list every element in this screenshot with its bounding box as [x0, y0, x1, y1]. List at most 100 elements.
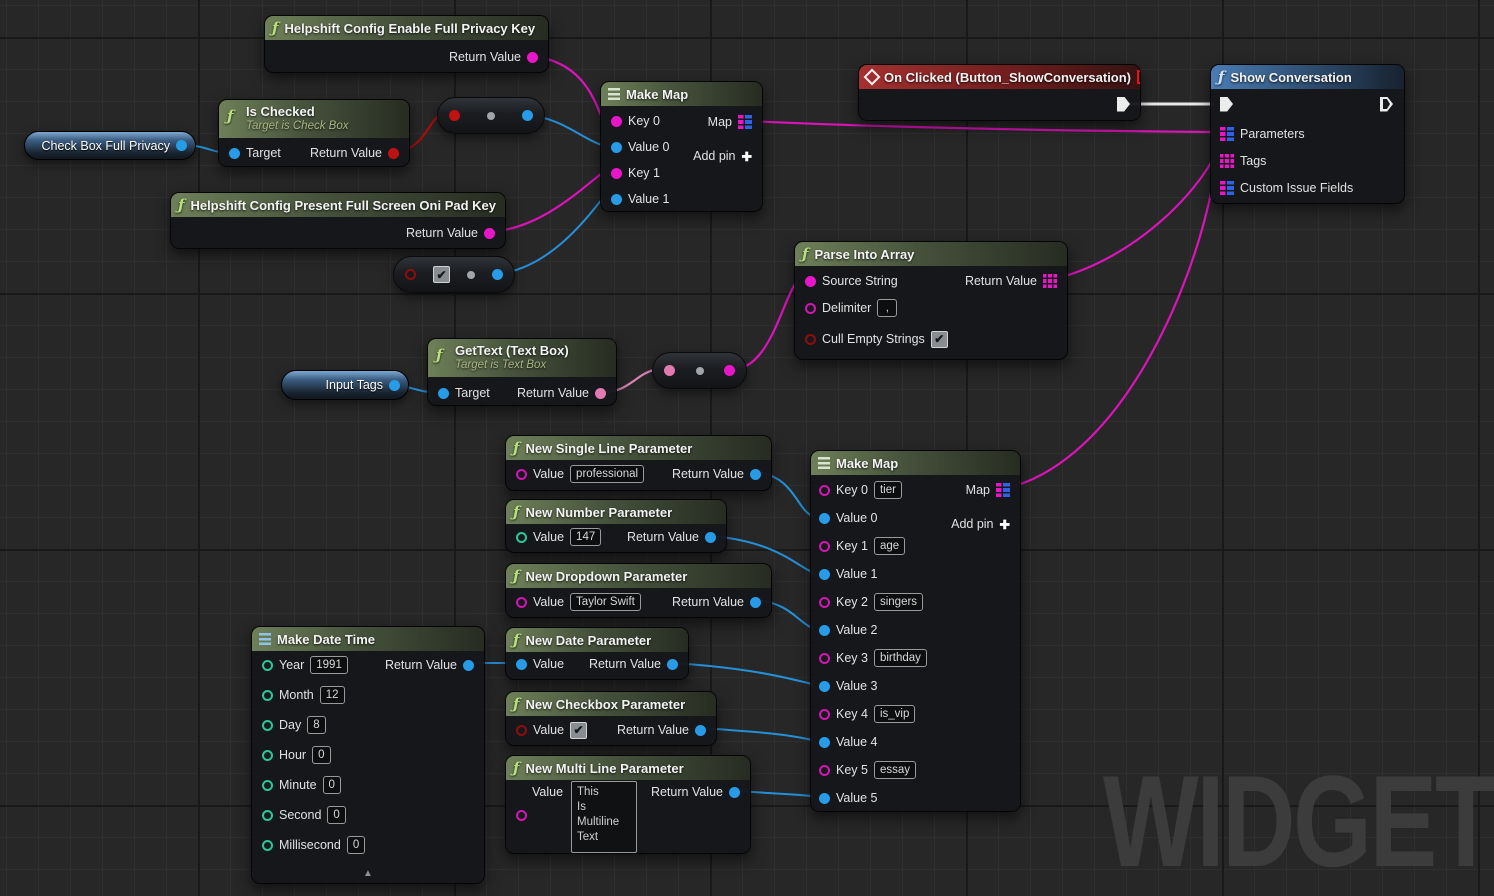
- key1-field[interactable]: age: [874, 537, 905, 555]
- hour-pin[interactable]: [262, 750, 273, 761]
- value1-pin[interactable]: [611, 194, 622, 205]
- value-checkbox[interactable]: ✔: [570, 722, 587, 739]
- bool-checkbox[interactable]: ✔: [433, 266, 450, 283]
- return-value-pin[interactable]: [388, 148, 399, 159]
- node-bool-conversion-2[interactable]: ✔: [393, 256, 515, 293]
- value0-pin[interactable]: [819, 513, 830, 524]
- key1-pin[interactable]: [819, 541, 830, 552]
- delimiter-field[interactable]: ,: [877, 299, 897, 317]
- day-pin[interactable]: [262, 720, 273, 731]
- value4-pin[interactable]: [819, 737, 830, 748]
- key1-pin[interactable]: [611, 168, 622, 179]
- value-field[interactable]: 147: [570, 528, 601, 546]
- input-pin[interactable]: [664, 365, 675, 376]
- hour-field[interactable]: 0: [312, 746, 330, 764]
- value-pin[interactable]: [516, 810, 527, 821]
- advanced-pin[interactable]: [696, 367, 704, 375]
- return-value-pin[interactable]: [527, 52, 538, 63]
- output-pin[interactable]: [522, 110, 533, 121]
- source-string-pin[interactable]: [805, 276, 816, 287]
- return-value-pin[interactable]: [484, 228, 495, 239]
- graph-canvas[interactable]: WIDGET: [0, 0, 1494, 896]
- output-pin[interactable]: [389, 380, 400, 391]
- return-value-pin[interactable]: [667, 659, 678, 670]
- add-pin-button[interactable]: ✚: [1000, 517, 1010, 532]
- node-make-map-1[interactable]: Make Map Key 0 Value 0 Key 1 Value 1 Map…: [600, 81, 763, 212]
- add-pin-button[interactable]: ✚: [742, 149, 752, 164]
- key4-field[interactable]: is_vip: [874, 705, 915, 723]
- node-new-checkbox-parameter[interactable]: ƒ New Checkbox Parameter Value ✔ Return …: [505, 691, 717, 746]
- second-field[interactable]: 0: [327, 806, 345, 824]
- node-new-number-parameter[interactable]: ƒ New Number Parameter Value 147 Return …: [505, 499, 727, 553]
- advanced-pin[interactable]: [467, 271, 475, 279]
- millisecond-pin[interactable]: [262, 840, 273, 851]
- return-value-pin[interactable]: [695, 725, 706, 736]
- key5-pin[interactable]: [819, 765, 830, 776]
- map-output-pin[interactable]: [996, 483, 1010, 497]
- key4-pin[interactable]: [819, 709, 830, 720]
- value-pin[interactable]: [516, 469, 527, 480]
- node-new-multi-line-parameter[interactable]: ƒ New Multi Line Parameter Value This Is…: [505, 755, 751, 854]
- return-value-pin[interactable]: [705, 532, 716, 543]
- node-new-dropdown-parameter[interactable]: ƒ New Dropdown Parameter Value Taylor Sw…: [505, 563, 772, 618]
- node-is-checked[interactable]: ƒ Is Checked Target is Check Box Target …: [218, 99, 410, 167]
- delimiter-pin[interactable]: [805, 303, 816, 314]
- node-new-date-parameter[interactable]: ƒ New Date Parameter Value Return Value: [505, 627, 689, 680]
- node-make-map-2[interactable]: Make Map Key 0 tier Value 0 Key 1 age Va…: [810, 450, 1021, 812]
- target-pin[interactable]: [438, 388, 449, 399]
- value-field[interactable]: professional: [570, 465, 644, 483]
- node-get-text[interactable]: ƒ GetText (Text Box) Target is Text Box …: [427, 338, 617, 406]
- value0-pin[interactable]: [611, 142, 622, 153]
- value-pin[interactable]: [516, 532, 527, 543]
- multiline-value-field[interactable]: This Is Multiline Text: [571, 781, 637, 853]
- return-value-pin[interactable]: [595, 388, 606, 399]
- year-pin[interactable]: [262, 660, 273, 671]
- cull-empty-strings-pin[interactable]: [805, 334, 816, 345]
- node-show-conversation[interactable]: ƒ Show Conversation Parameters Tags Cust…: [1210, 64, 1405, 204]
- month-pin[interactable]: [262, 690, 273, 701]
- node-bool-conversion[interactable]: [437, 97, 545, 134]
- return-value-pin[interactable]: [463, 660, 474, 671]
- value-pin[interactable]: [516, 659, 527, 670]
- key5-field[interactable]: essay: [874, 761, 916, 779]
- key0-pin[interactable]: [819, 485, 830, 496]
- month-field[interactable]: 12: [320, 686, 345, 704]
- node-new-single-line-parameter[interactable]: ƒ New Single Line Parameter Value profes…: [505, 435, 772, 491]
- return-value-pin[interactable]: [750, 469, 761, 480]
- second-pin[interactable]: [262, 810, 273, 821]
- output-pin[interactable]: [492, 269, 503, 280]
- year-field[interactable]: 1991: [310, 656, 348, 674]
- minute-pin[interactable]: [262, 780, 273, 791]
- target-pin[interactable]: [229, 148, 240, 159]
- minute-field[interactable]: 0: [323, 776, 341, 794]
- parameters-pin[interactable]: [1220, 127, 1234, 141]
- node-text-to-string-conversion[interactable]: [652, 352, 747, 389]
- key3-pin[interactable]: [819, 653, 830, 664]
- input-pin[interactable]: [449, 110, 460, 121]
- node-parse-into-array[interactable]: ƒ Parse Into Array Source String Delimit…: [794, 241, 1068, 360]
- node-helpshift-enable-full-privacy-key[interactable]: ƒ Helpshift Config Enable Full Privacy K…: [264, 15, 549, 73]
- output-pin[interactable]: [724, 365, 735, 376]
- return-value-pin[interactable]: [1043, 274, 1057, 288]
- value2-pin[interactable]: [819, 625, 830, 636]
- value-pin[interactable]: [516, 597, 527, 608]
- node-make-date-time[interactable]: Make Date Time Year 1991 Month 12 Day 8 …: [251, 626, 485, 884]
- tags-pin[interactable]: [1220, 154, 1234, 168]
- node-variable-check-box-full-privacy[interactable]: Check Box Full Privacy: [24, 131, 196, 160]
- millisecond-field[interactable]: 0: [347, 836, 365, 854]
- value1-pin[interactable]: [819, 569, 830, 580]
- key0-field[interactable]: tier: [874, 481, 902, 499]
- cull-checkbox[interactable]: ✔: [931, 331, 948, 348]
- day-field[interactable]: 8: [307, 716, 325, 734]
- node-variable-input-tags[interactable]: Input Tags: [281, 370, 409, 400]
- advanced-pin[interactable]: [487, 112, 495, 120]
- input-pin[interactable]: [405, 269, 416, 280]
- output-pin[interactable]: [176, 140, 187, 151]
- value-pin[interactable]: [516, 725, 527, 736]
- exec-in-pin[interactable]: [1220, 97, 1233, 112]
- key2-pin[interactable]: [819, 597, 830, 608]
- collapse-toggle[interactable]: ▲: [252, 868, 484, 879]
- node-helpshift-present-full-screen-key[interactable]: ƒ Helpshift Config Present Full Screen O…: [170, 192, 506, 249]
- exec-out-pin[interactable]: [1117, 97, 1130, 112]
- value-field[interactable]: Taylor Swift: [570, 593, 641, 611]
